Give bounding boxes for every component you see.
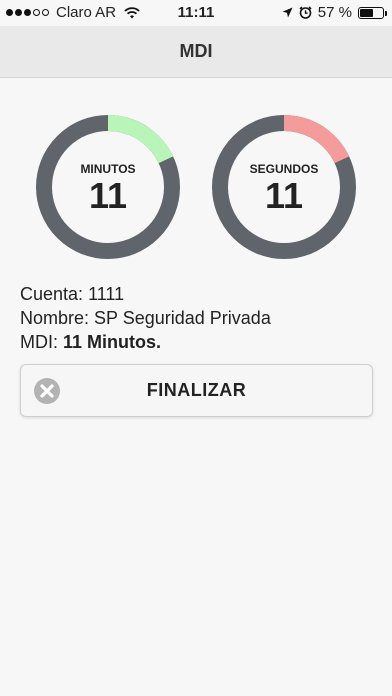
minutos-gauge: MINUTOS 11 bbox=[34, 113, 182, 261]
close-circle-icon bbox=[34, 378, 60, 404]
cuenta-row: Cuenta: 1111 bbox=[20, 282, 271, 306]
finalizar-button[interactable]: FINALIZAR bbox=[20, 364, 373, 417]
status-right: 57 % bbox=[282, 4, 387, 21]
nombre-value: SP Seguridad Privada bbox=[94, 308, 271, 328]
cuenta-label: Cuenta: bbox=[20, 284, 84, 304]
account-info: Cuenta: 1111 Nombre: SP Seguridad Privad… bbox=[20, 282, 271, 354]
navigation-bar: MDI bbox=[0, 26, 392, 78]
finalizar-label: FINALIZAR bbox=[146, 380, 247, 400]
mdi-row: MDI: 11 Minutos. bbox=[20, 330, 271, 354]
minutos-value: 11 bbox=[88, 175, 128, 216]
segundos-value: 11 bbox=[264, 175, 304, 216]
nombre-label: Nombre: bbox=[20, 308, 90, 328]
status-bar: Claro AR 11:11 57 % bbox=[0, 0, 392, 26]
battery-level-fill bbox=[360, 8, 373, 17]
segundos-label: SEGUNDOS bbox=[249, 162, 319, 176]
nombre-row: Nombre: SP Seguridad Privada bbox=[20, 306, 271, 330]
mdi-value: 11 Minutos. bbox=[63, 332, 162, 352]
battery-icon bbox=[358, 6, 387, 19]
alarm-clock-icon bbox=[299, 6, 312, 19]
location-arrow-icon bbox=[282, 7, 293, 18]
page-title: MDI bbox=[179, 41, 213, 61]
segundos-gauge: SEGUNDOS 11 bbox=[210, 113, 358, 261]
cuenta-value: 1111 bbox=[88, 284, 125, 304]
battery-percent: 57 % bbox=[317, 4, 352, 21]
minutos-label: MINUTOS bbox=[80, 162, 136, 176]
mdi-label: MDI: bbox=[20, 332, 58, 352]
